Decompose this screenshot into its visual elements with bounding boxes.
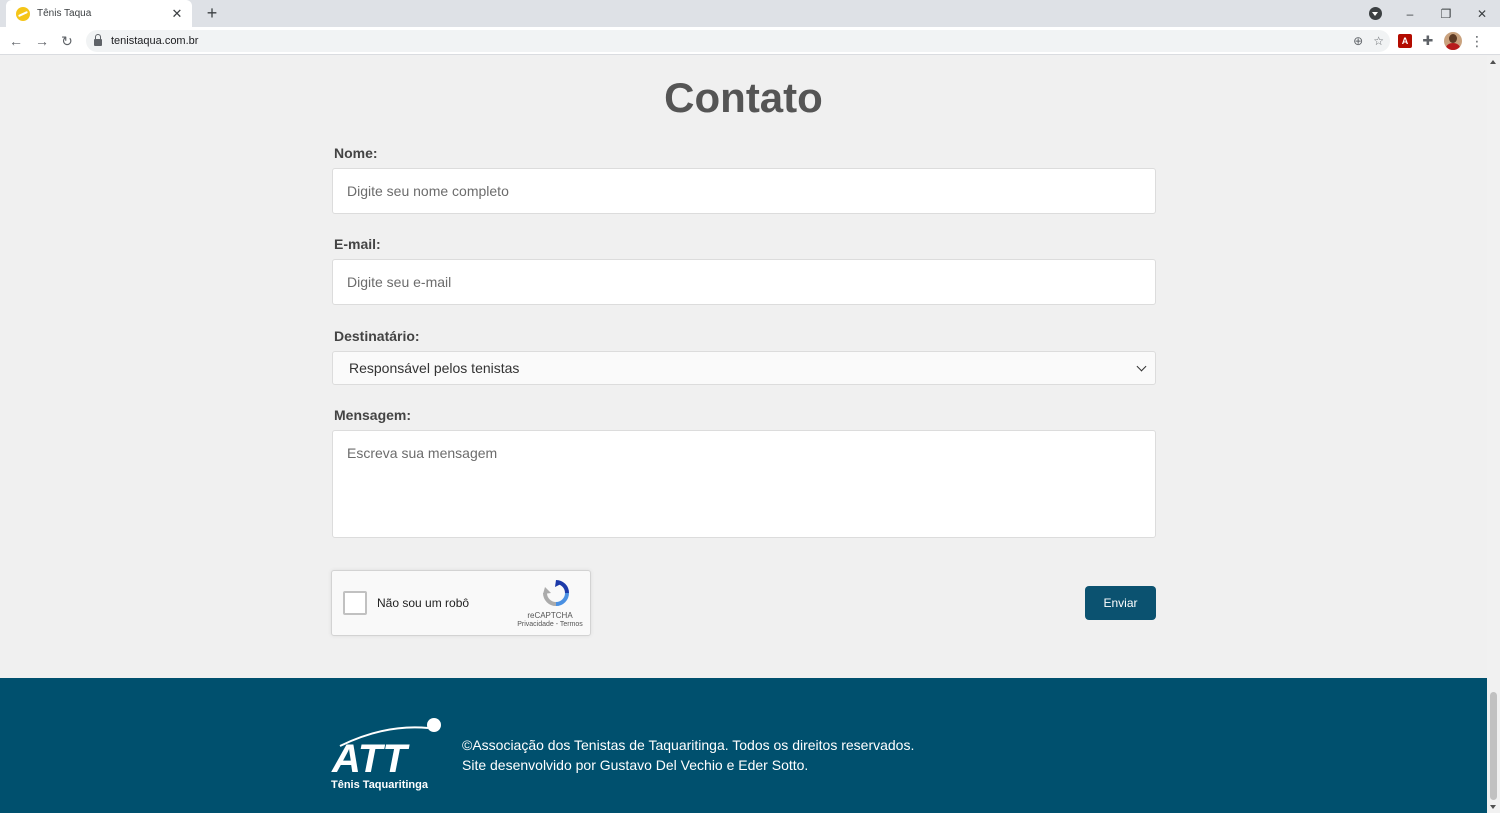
omnibox-actions: ⊕ ☆: [1353, 30, 1384, 52]
scrollbar-thumb[interactable]: [1490, 692, 1497, 800]
browser-tab-bar: Tênis Taqua ✕ + – ❐ ✕: [0, 0, 1500, 27]
close-window-icon[interactable]: ✕: [1464, 7, 1500, 21]
tab-title: Tênis Taqua: [37, 8, 92, 19]
credits-text: Site desenvolvido por Gustavo Del Vechio…: [462, 757, 809, 773]
recaptcha-checkbox[interactable]: [343, 591, 367, 615]
name-label: Nome:: [334, 145, 378, 161]
email-input[interactable]: [332, 259, 1156, 305]
name-input[interactable]: [332, 168, 1156, 214]
profile-avatar[interactable]: [1444, 32, 1462, 50]
browser-tab[interactable]: Tênis Taqua ✕: [6, 0, 192, 27]
tennis-ball-favicon-icon: [16, 6, 30, 21]
recipient-select[interactable]: Responsável pelos tenistas: [332, 351, 1156, 385]
recaptcha-logo-icon: [543, 580, 569, 606]
message-label: Mensagem:: [334, 407, 412, 423]
browser-menu-icon[interactable]: ⋮: [1470, 33, 1484, 50]
scroll-down-icon[interactable]: [1490, 805, 1496, 809]
logo-subtitle: Tênis Taquaritinga: [331, 779, 429, 791]
logo-text: ATT: [331, 737, 410, 781]
footer-text: ©Associação dos Tenistas de Taquaritinga…: [462, 735, 914, 775]
minimize-icon[interactable]: –: [1392, 7, 1428, 21]
message-textarea[interactable]: [332, 430, 1156, 538]
recipient-label: Destinatário:: [334, 328, 420, 344]
restore-icon[interactable]: ❐: [1428, 7, 1464, 21]
address-bar[interactable]: tenistaqua.com.br ⊕ ☆: [86, 30, 1390, 52]
reload-icon[interactable]: ↻: [57, 31, 77, 51]
browser-toolbar: ← → ↻ tenistaqua.com.br ⊕ ☆ A ✚ ⋮: [0, 27, 1500, 55]
url-text: tenistaqua.com.br: [111, 35, 199, 47]
page-content: Contato Nome: E-mail: Destinatário: Resp…: [0, 56, 1487, 813]
new-tab-button[interactable]: +: [202, 3, 222, 23]
window-controls: – ❐ ✕: [1392, 0, 1500, 27]
recaptcha-brand: reCAPTCHA: [527, 611, 573, 620]
extensions-area: A ✚ ⋮: [1398, 31, 1484, 51]
chevron-down-icon: [1136, 361, 1147, 371]
zoom-icon[interactable]: ⊕: [1353, 34, 1363, 48]
back-icon[interactable]: ←: [6, 31, 26, 51]
page-title: Contato: [664, 74, 823, 121]
bookmark-star-icon[interactable]: ☆: [1373, 34, 1384, 48]
email-label: E-mail:: [334, 236, 381, 252]
recaptcha-label: Não sou um robô: [377, 596, 470, 610]
recaptcha-links[interactable]: Privacidade - Termos: [508, 621, 592, 628]
pdf-extension-icon[interactable]: A: [1398, 34, 1412, 48]
recaptcha-widget: Não sou um robô reCAPTCHA Privacidade - …: [331, 570, 591, 636]
att-logo: ATT Tênis Taquaritinga: [331, 718, 441, 791]
copyright-text: ©Associação dos Tenistas de Taquaritinga…: [462, 737, 915, 753]
forward-icon[interactable]: →: [32, 31, 52, 51]
scroll-up-icon[interactable]: [1490, 60, 1496, 64]
lock-icon: [94, 34, 102, 46]
tab-close-icon[interactable]: ✕: [170, 6, 184, 21]
page-scrollbar[interactable]: [1487, 56, 1500, 813]
tennis-ball-icon: [427, 718, 441, 732]
recipient-selected-value: Responsável pelos tenistas: [349, 360, 520, 376]
site-footer: ATT Tênis Taquaritinga ©Associação dos T…: [0, 678, 1487, 813]
tab-search-icon[interactable]: [1369, 7, 1382, 20]
submit-button[interactable]: Enviar: [1085, 586, 1156, 620]
puzzle-extensions-icon[interactable]: ✚: [1420, 33, 1436, 49]
